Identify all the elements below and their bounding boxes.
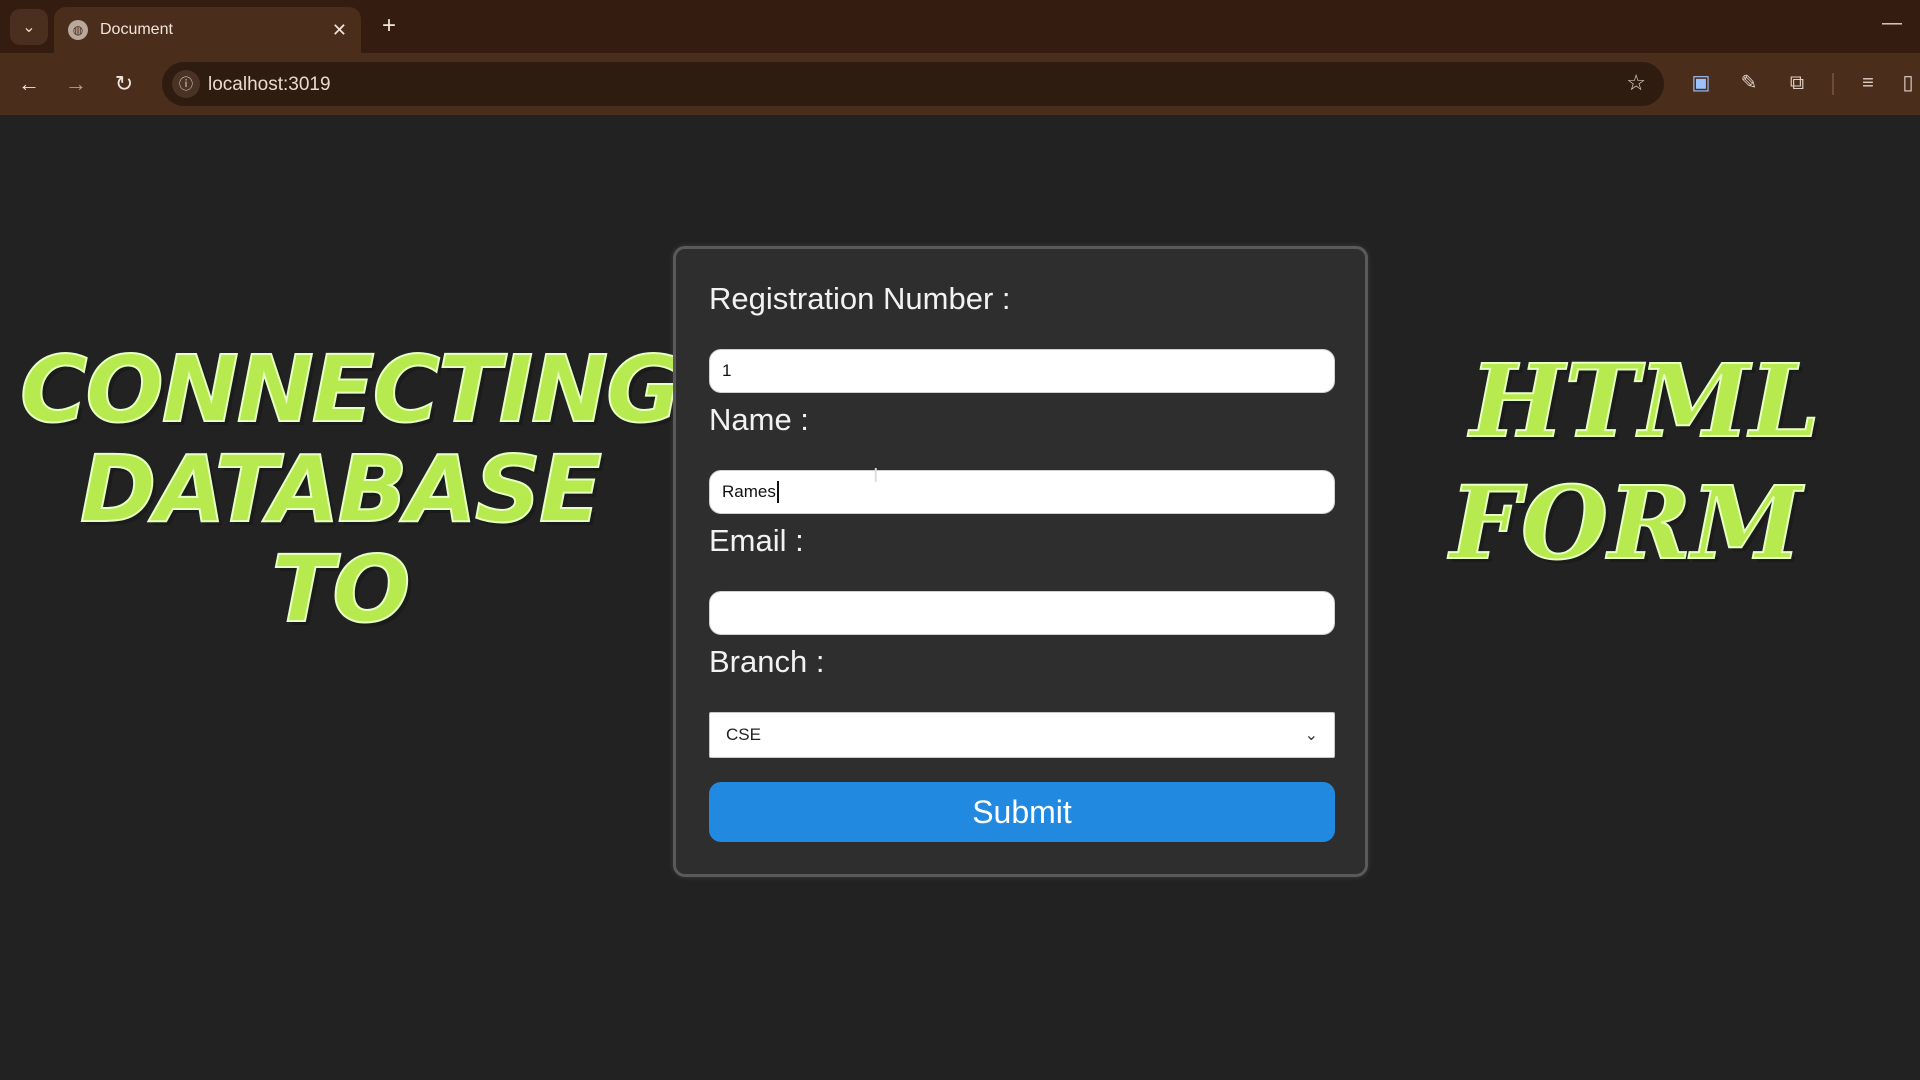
forward-arrow-icon[interactable]: → [61, 69, 91, 99]
info-icon[interactable]: ⓘ [172, 70, 200, 98]
tab-strip: ⌄ ◍ Document ✕ + — [0, 0, 1920, 53]
screencast-icon[interactable]: ▣ [1688, 70, 1714, 96]
address-bar[interactable]: ⓘ localhost:3019 ☆ [162, 62, 1664, 106]
chevron-down-icon: ⌄ [1304, 727, 1318, 744]
globe-icon: ◍ [68, 20, 88, 40]
headline-right-line: FORM [1449, 463, 1803, 583]
text-cursor-icon: I [873, 465, 879, 487]
branch-selected-value: CSE [726, 725, 761, 744]
name-label: Name : [709, 402, 809, 437]
submit-button[interactable]: Submit [709, 782, 1335, 842]
tab-title: Document [100, 21, 173, 38]
eyedropper-icon[interactable]: ✎ [1736, 70, 1762, 96]
email-label: Email : [709, 523, 804, 558]
new-tab-button[interactable]: + [375, 12, 403, 40]
puzzle-icon[interactable]: ⧉ [1784, 70, 1810, 96]
headline-left: CONNECTING DATABASE TO [19, 336, 683, 643]
name-input[interactable]: Rames [709, 470, 1335, 514]
chevron-down-icon[interactable]: ⌄ [10, 9, 48, 45]
reload-icon[interactable]: ↻ [109, 69, 139, 99]
text-caret [776, 481, 779, 503]
toolbar-divider [1832, 73, 1834, 95]
close-tab-icon[interactable]: ✕ [332, 20, 347, 41]
star-icon[interactable]: ☆ [1626, 70, 1646, 96]
registration-form: Registration Number : 1 Name : Rames Ema… [673, 246, 1368, 877]
minimize-window-button[interactable]: — [1882, 12, 1902, 35]
headline-left-line: DATABASE [79, 436, 603, 543]
back-arrow-icon[interactable]: ← [14, 69, 44, 99]
registration-number-input[interactable]: 1 [709, 349, 1335, 393]
branch-select[interactable]: CSE ⌄ [709, 712, 1335, 758]
sidepanel-icon[interactable]: ▯ [1898, 70, 1918, 96]
headline-left-line: TO [271, 536, 412, 643]
media-control-icon[interactable]: ≡ [1855, 70, 1881, 96]
headline-right-line: HTML [1469, 341, 1821, 461]
browser-toolbar: ← → ↻ ⓘ localhost:3019 ☆ [0, 53, 1920, 115]
headline-left-line: CONNECTING [19, 336, 683, 443]
browser-tab[interactable]: ◍ Document ✕ [54, 7, 361, 53]
url-text[interactable]: localhost:3019 [208, 74, 331, 96]
branch-label: Branch : [709, 644, 825, 679]
registration-label: Registration Number : [709, 281, 1011, 316]
email-input[interactable] [709, 591, 1335, 635]
registration-value: 1 [722, 361, 732, 380]
headline-right: HTML FORM [1430, 340, 1830, 584]
name-value: Rames [722, 482, 776, 501]
